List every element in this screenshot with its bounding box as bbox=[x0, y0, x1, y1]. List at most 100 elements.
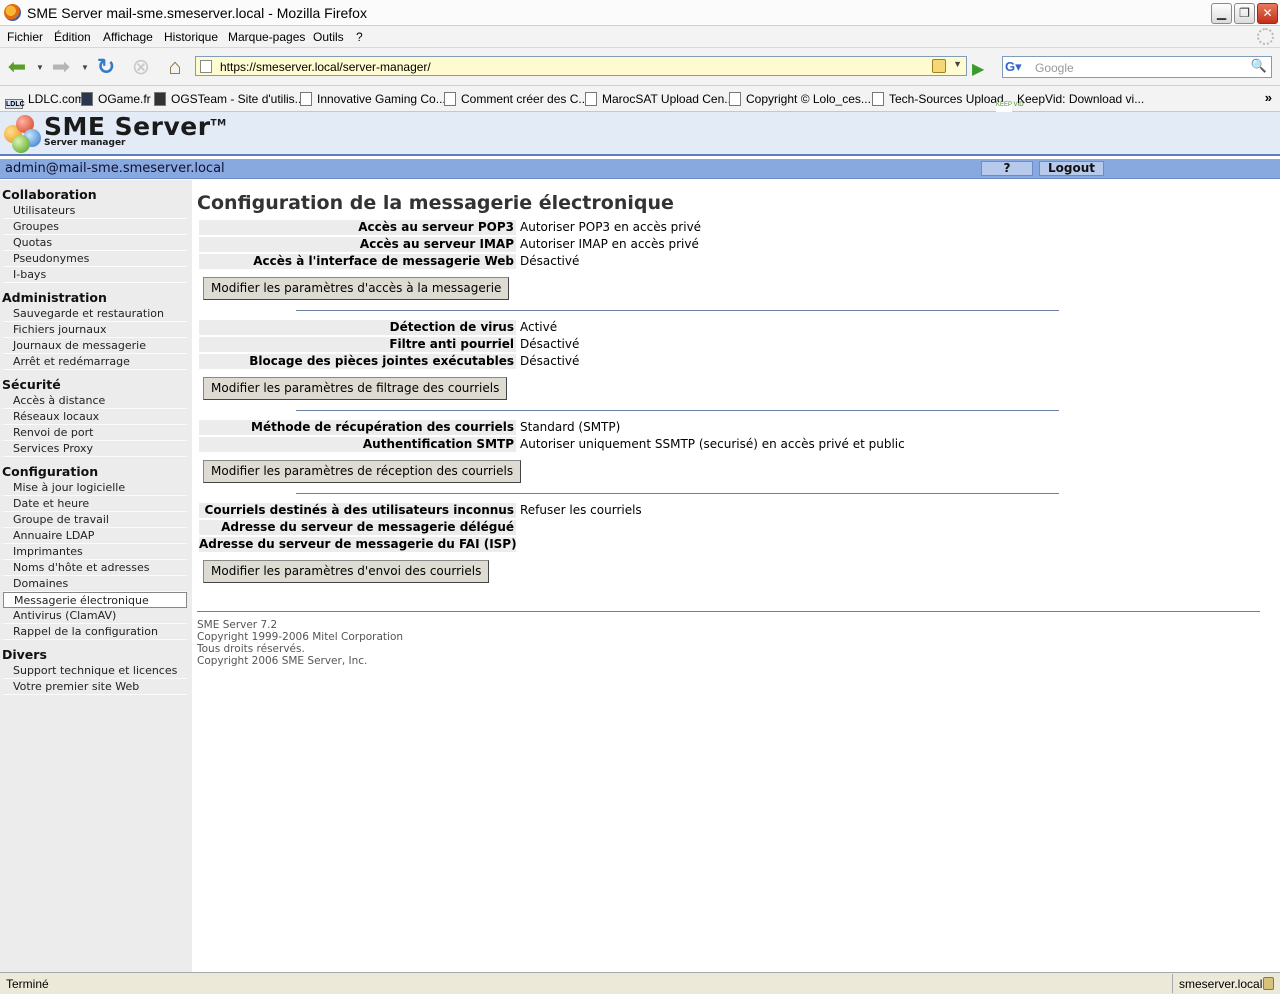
logged-in-user: admin@mail-sme.smeserver.local bbox=[5, 161, 225, 176]
sidebar-item-rappel-config[interactable]: Rappel de la configuration bbox=[3, 624, 187, 640]
sidebar-item-groupe-travail[interactable]: Groupe de travail bbox=[3, 512, 187, 528]
sidebar-item-pseudonymes[interactable]: Pseudonymes bbox=[3, 251, 187, 267]
sidebar-item-support[interactable]: Support technique et licences bbox=[3, 663, 187, 679]
sidebar-item-date-heure[interactable]: Date et heure bbox=[3, 496, 187, 512]
forward-arrow-icon[interactable]: ➡ bbox=[48, 54, 74, 80]
sidebar-item-sauvegarde[interactable]: Sauvegarde et restauration bbox=[3, 306, 187, 322]
setting-value: Autoriser IMAP en accès privé bbox=[520, 237, 699, 251]
address-dropdown-icon[interactable]: ▼ bbox=[953, 59, 962, 69]
bookmark-innovative-gaming[interactable]: Innovative Gaming Co... bbox=[300, 92, 446, 106]
reload-icon[interactable]: ↻ bbox=[93, 54, 119, 80]
modify-reception-button[interactable]: Modifier les paramètres de réception des… bbox=[203, 460, 522, 483]
footer-copyright-mitel: Copyright 1999-2006 Mitel Corporation bbox=[197, 631, 404, 643]
help-button[interactable]: ? bbox=[981, 161, 1033, 176]
throbber-icon bbox=[1257, 28, 1274, 45]
security-lock-icon[interactable] bbox=[1263, 977, 1274, 990]
menu-fichier[interactable]: Fichier bbox=[7, 30, 43, 44]
search-box[interactable]: G▾ Google 🔍 bbox=[1002, 56, 1272, 78]
back-arrow-icon[interactable]: ⬅ bbox=[4, 54, 30, 80]
modify-access-button[interactable]: Modifier les paramètres d'accès à la mes… bbox=[203, 277, 510, 300]
sidebar-item-noms-hote[interactable]: Noms d'hôte et adresses bbox=[3, 560, 187, 576]
menu-help[interactable]: ? bbox=[356, 30, 363, 44]
go-arrow-icon[interactable]: ▶ bbox=[972, 59, 984, 79]
sidebar-item-journaux-messagerie[interactable]: Journaux de messagerie bbox=[3, 338, 187, 354]
sidebar-item-quotas[interactable]: Quotas bbox=[3, 235, 187, 251]
sidebar-item-reseaux-locaux[interactable]: Réseaux locaux bbox=[3, 409, 187, 425]
sidebar-item-annuaire-ldap[interactable]: Annuaire LDAP bbox=[3, 528, 187, 544]
back-history-dropdown-icon[interactable]: ▼ bbox=[36, 63, 44, 72]
setting-value: Désactivé bbox=[520, 337, 580, 351]
window-title: SME Server mail-sme.smeserver.local - Mo… bbox=[27, 5, 367, 21]
sidebar-item-fichiers-journaux[interactable]: Fichiers journaux bbox=[3, 322, 187, 338]
logout-button[interactable]: Logout bbox=[1039, 161, 1104, 176]
page-favicon-icon bbox=[729, 92, 741, 106]
sidebar-item-domaines[interactable]: Domaines bbox=[3, 576, 187, 592]
setting-label: Authentification SMTP bbox=[199, 437, 516, 452]
menu-outils[interactable]: Outils bbox=[313, 30, 344, 44]
stop-icon[interactable]: ⊗ bbox=[128, 54, 154, 80]
sidebar-item-messagerie[interactable]: Messagerie électronique bbox=[3, 592, 187, 608]
setting-value: Désactivé bbox=[520, 254, 580, 268]
magnifier-icon[interactable]: 🔍 bbox=[1249, 58, 1269, 76]
status-bar: Terminé smeserver.local bbox=[0, 972, 1280, 994]
setting-label: Filtre anti pourriel bbox=[199, 337, 516, 352]
page-viewport: SME ServerTM Server manager admin@mail-s… bbox=[0, 112, 1280, 972]
minimize-button[interactable]: ▁ bbox=[1211, 3, 1232, 24]
sidebar-item-imprimantes[interactable]: Imprimantes bbox=[3, 544, 187, 560]
page-favicon-icon bbox=[444, 92, 456, 106]
sidebar-item-antivirus[interactable]: Antivirus (ClamAV) bbox=[3, 608, 187, 624]
server-manager-subtitle: Server manager bbox=[44, 138, 126, 148]
bookmark-tech-sources[interactable]: Tech-Sources Upload bbox=[872, 92, 1004, 106]
menu-marque-pages[interactable]: Marque-pages bbox=[228, 30, 305, 44]
bookmark-ldlc[interactable]: LDLC LDLC.com bbox=[5, 92, 85, 109]
sme-logo-text: SME ServerTM bbox=[44, 112, 227, 141]
modify-filtering-button[interactable]: Modifier les paramètres de filtrage des … bbox=[203, 377, 508, 400]
google-engine-icon[interactable]: G▾ bbox=[1005, 59, 1031, 75]
menu-historique[interactable]: Historique bbox=[164, 30, 218, 44]
close-button[interactable]: ✕ bbox=[1257, 3, 1278, 24]
bookmark-copyright-lolo[interactable]: Copyright © Lolo_ces... bbox=[729, 92, 871, 106]
ldlc-favicon-icon: LDLC bbox=[5, 99, 25, 109]
page-favicon-icon bbox=[872, 92, 884, 106]
sidebar-item-arret-redemarrage[interactable]: Arrêt et redémarrage bbox=[3, 354, 187, 370]
setting-label: Accès au serveur IMAP bbox=[199, 237, 516, 252]
modify-sending-button[interactable]: Modifier les paramètres d'envoi des cour… bbox=[203, 560, 490, 583]
setting-label: Détection de virus bbox=[199, 320, 516, 335]
user-bar: admin@mail-sme.smeserver.local ? Logout bbox=[0, 159, 1280, 179]
setting-label: Courriels destinés à des utilisateurs in… bbox=[199, 503, 516, 518]
setting-value: Activé bbox=[520, 320, 558, 334]
sidebar-item-renvoi-port[interactable]: Renvoi de port bbox=[3, 425, 187, 441]
sidebar-section-securite: Sécurité bbox=[2, 377, 61, 392]
sme-logo-balls-icon bbox=[4, 115, 42, 153]
sme-header: SME ServerTM Server manager bbox=[0, 112, 1280, 156]
address-url[interactable]: https://smeserver.local/server-manager/ bbox=[220, 60, 431, 74]
address-bar[interactable]: https://smeserver.local/server-manager/ … bbox=[195, 56, 967, 76]
ogsteam-favicon-icon bbox=[154, 92, 166, 106]
forward-history-dropdown-icon[interactable]: ▼ bbox=[81, 63, 89, 72]
setting-value: Autoriser uniquement SSMTP (securisé) en… bbox=[520, 437, 905, 451]
setting-value: Standard (SMTP) bbox=[520, 420, 621, 434]
page-title: Configuration de la messagerie électroni… bbox=[197, 192, 674, 214]
menu-affichage[interactable]: Affichage bbox=[103, 30, 153, 44]
bookmarks-overflow-chevron-icon[interactable]: » bbox=[1265, 90, 1272, 105]
bookmark-ogsteam[interactable]: OGSTeam - Site d'utilis... bbox=[154, 92, 305, 106]
footer-copyright-sme: Copyright 2006 SME Server, Inc. bbox=[197, 655, 368, 667]
menu-edition[interactable]: Édition bbox=[54, 30, 91, 44]
sidebar-item-ibays[interactable]: I-bays bbox=[3, 267, 187, 283]
sidebar-item-mise-a-jour[interactable]: Mise à jour logicielle bbox=[3, 480, 187, 496]
bookmark-ogame[interactable]: OGame.fr bbox=[81, 92, 151, 106]
sidebar-item-acces-distance[interactable]: Accès à distance bbox=[3, 393, 187, 409]
sidebar-item-utilisateurs[interactable]: Utilisateurs bbox=[3, 203, 187, 219]
sidebar-item-groupes[interactable]: Groupes bbox=[3, 219, 187, 235]
search-placeholder[interactable]: Google bbox=[1035, 61, 1074, 75]
lock-icon[interactable] bbox=[932, 59, 946, 73]
ogame-favicon-icon bbox=[81, 92, 93, 106]
maximize-button[interactable]: ❐ bbox=[1234, 3, 1255, 24]
home-icon[interactable]: ⌂ bbox=[162, 54, 188, 80]
sidebar-item-premier-site[interactable]: Votre premier site Web bbox=[3, 679, 187, 695]
menu-bar: Fichier Édition Affichage Historique Mar… bbox=[0, 26, 1280, 48]
sidebar-item-services-proxy[interactable]: Services Proxy bbox=[3, 441, 187, 457]
bookmark-comment-creer[interactable]: Comment créer des C... bbox=[444, 92, 588, 106]
navigation-toolbar: ⬅ ▼ ➡ ▼ ↻ ⊗ ⌂ https://smeserver.local/se… bbox=[0, 48, 1280, 86]
bookmark-marocsat[interactable]: MarocSAT Upload Cen... bbox=[585, 92, 734, 106]
